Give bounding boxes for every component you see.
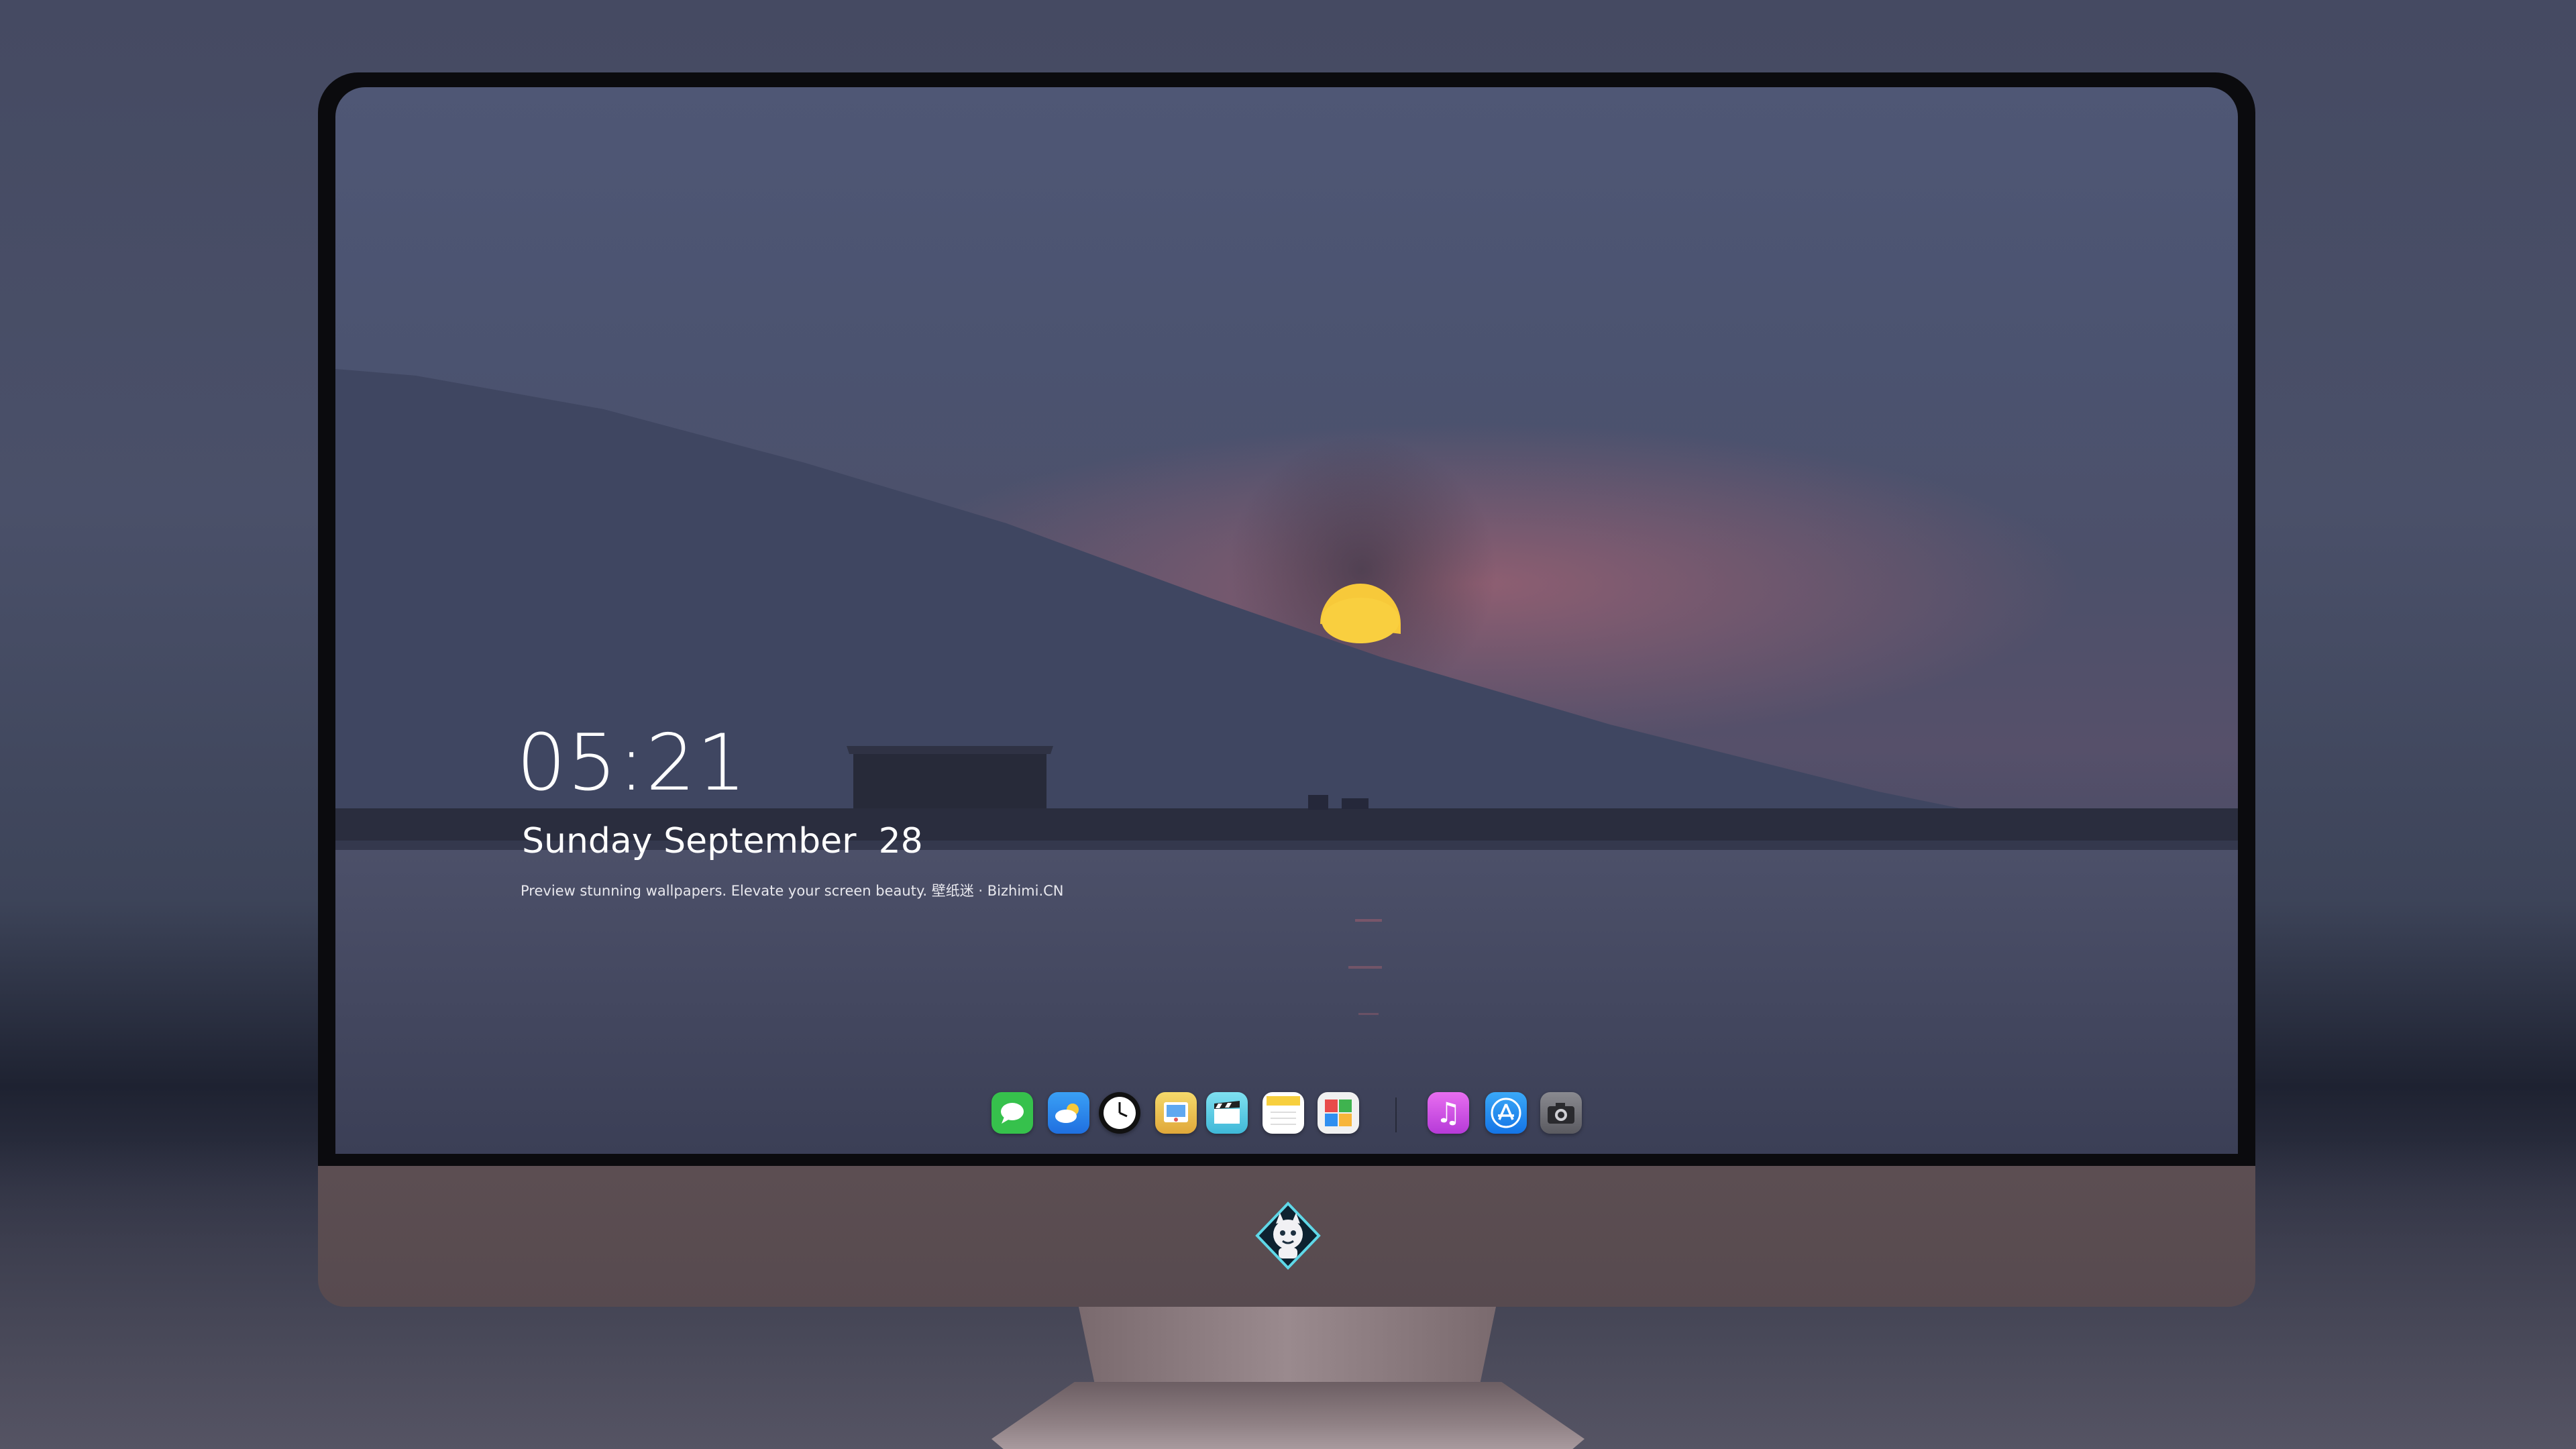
dock-divider bbox=[1395, 1097, 1397, 1132]
dock: ♫ bbox=[991, 1092, 1595, 1139]
lockscreen-time: 05:21 bbox=[517, 718, 748, 808]
notes-icon[interactable] bbox=[1263, 1092, 1304, 1134]
music-icon[interactable]: ♫ bbox=[1428, 1092, 1469, 1134]
shore-building bbox=[853, 751, 1046, 808]
app-store-icon[interactable] bbox=[1485, 1092, 1527, 1134]
monitor-screen bbox=[335, 87, 2238, 1154]
clock-icon[interactable] bbox=[1099, 1092, 1140, 1134]
mascot-logo-icon bbox=[1253, 1201, 1323, 1271]
messages-icon[interactable] bbox=[991, 1092, 1033, 1134]
camera-icon[interactable] bbox=[1540, 1092, 1582, 1134]
wallpaper bbox=[335, 369, 2238, 1154]
lockscreen-date: Sunday September 28 bbox=[522, 821, 923, 861]
lockscreen-tagline: Preview stunning wallpapers. Elevate you… bbox=[521, 883, 1064, 899]
monitor-stand-base bbox=[991, 1382, 1585, 1449]
preview-icon[interactable] bbox=[1155, 1092, 1197, 1134]
photo-booth-icon[interactable] bbox=[1318, 1092, 1359, 1134]
weather-icon[interactable] bbox=[1048, 1092, 1089, 1134]
video-clips-icon[interactable] bbox=[1206, 1092, 1248, 1134]
monitor-stand-neck bbox=[1079, 1307, 1496, 1387]
